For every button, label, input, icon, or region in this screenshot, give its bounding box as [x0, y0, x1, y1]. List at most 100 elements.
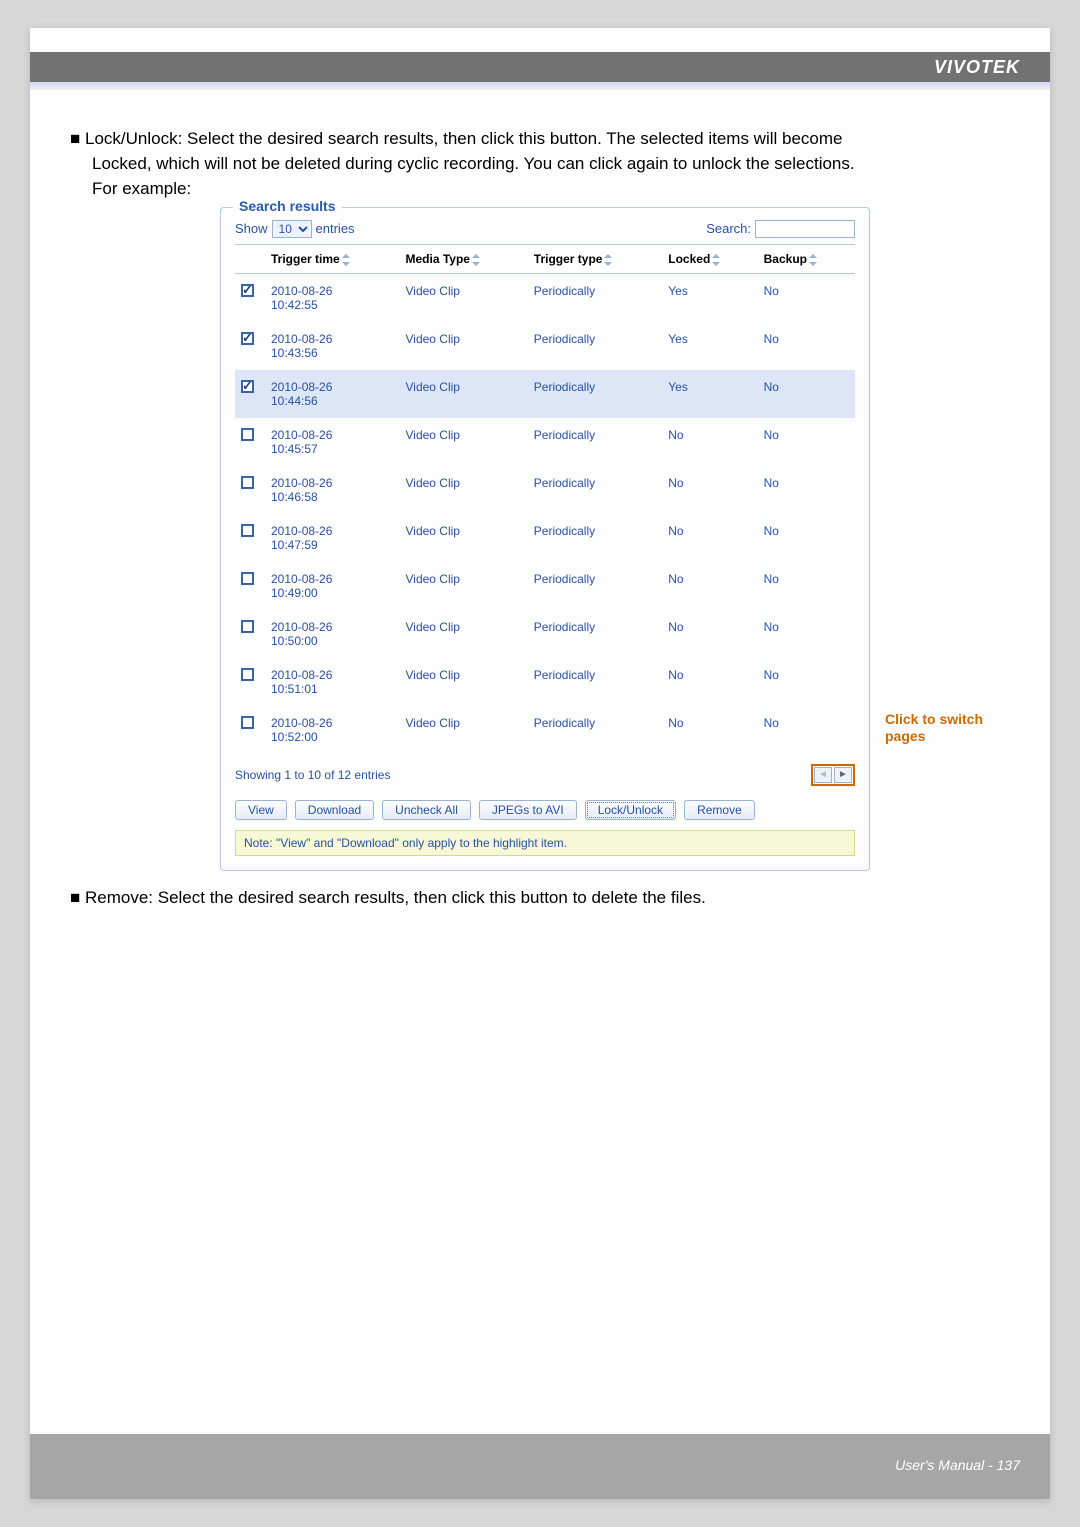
cell-locked: No [662, 466, 757, 514]
col-backup[interactable]: Backup [758, 244, 855, 273]
cell-trigger-type: Periodically [528, 562, 662, 610]
switch-pages-callout: Click to switch pages [885, 711, 1025, 745]
cell-trigger-time: 2010-08-2610:52:00 [265, 706, 399, 754]
uncheck-all-button[interactable]: Uncheck All [382, 800, 471, 820]
page: VIVOTEK ■ Lock/Unlock: Select the desire… [30, 28, 1050, 1499]
header-underline [30, 82, 1050, 90]
table-row[interactable]: 2010-08-2610:50:00Video ClipPeriodically… [235, 610, 855, 658]
row-checkbox[interactable] [241, 428, 254, 441]
table-row[interactable]: 2010-08-2610:46:58Video ClipPeriodically… [235, 466, 855, 514]
brand-label: VIVOTEK [934, 57, 1020, 78]
cell-media-type: Video Clip [399, 418, 527, 466]
cell-trigger-time: 2010-08-2610:44:56 [265, 370, 399, 418]
row-checkbox[interactable] [241, 572, 254, 585]
cell-locked: No [662, 658, 757, 706]
pager-prev-button[interactable]: ◄ [814, 767, 832, 783]
footer-band: User's Manual - 137 [30, 1434, 1050, 1499]
note-bar: Note: "View" and "Download" only apply t… [235, 830, 855, 856]
top-controls: Show 10 entries Search: [235, 220, 855, 238]
table-row[interactable]: 2010-08-2610:51:01Video ClipPeriodically… [235, 658, 855, 706]
entries-label: entries [316, 221, 355, 236]
table-row[interactable]: 2010-08-2610:45:57Video ClipPeriodically… [235, 418, 855, 466]
cell-trigger-type: Periodically [528, 610, 662, 658]
cell-backup: No [758, 273, 855, 322]
cell-locked: Yes [662, 322, 757, 370]
table-row[interactable]: 2010-08-2610:47:59Video ClipPeriodically… [235, 514, 855, 562]
col-locked[interactable]: Locked [662, 244, 757, 273]
search-box: Search: [706, 220, 855, 238]
cell-backup: No [758, 370, 855, 418]
cell-backup: No [758, 610, 855, 658]
cell-locked: No [662, 514, 757, 562]
cell-backup: No [758, 418, 855, 466]
cell-locked: No [662, 706, 757, 754]
lock-unlock-button[interactable]: Lock/Unlock [585, 800, 676, 820]
jpegs-to-avi-button[interactable]: JPEGs to AVI [479, 800, 577, 820]
table-header-row: Trigger time Media Type Trigger type Loc… [235, 244, 855, 273]
showing-text: Showing 1 to 10 of 12 entries [235, 768, 390, 782]
cell-trigger-type: Periodically [528, 706, 662, 754]
cell-trigger-time: 2010-08-2610:45:57 [265, 418, 399, 466]
cell-media-type: Video Clip [399, 273, 527, 322]
row-checkbox[interactable] [241, 380, 254, 393]
pager-next-button[interactable]: ► [834, 767, 852, 783]
sort-icon [712, 254, 721, 266]
table-footer: Showing 1 to 10 of 12 entries ◄ ► [235, 764, 855, 786]
header-band: VIVOTEK [30, 52, 1050, 82]
pager: ◄ ► [811, 764, 855, 786]
cell-trigger-type: Periodically [528, 514, 662, 562]
col-media-type[interactable]: Media Type [399, 244, 527, 273]
fieldset-legend: Search results [233, 198, 342, 214]
row-checkbox[interactable] [241, 716, 254, 729]
lock-unlock-para-1: ■ Lock/Unlock: Select the desired search… [70, 128, 1010, 151]
table-row[interactable]: 2010-08-2610:49:00Video ClipPeriodically… [235, 562, 855, 610]
cell-locked: No [662, 562, 757, 610]
row-checkbox[interactable] [241, 620, 254, 633]
cell-media-type: Video Clip [399, 658, 527, 706]
row-checkbox[interactable] [241, 332, 254, 345]
cell-locked: No [662, 418, 757, 466]
cell-trigger-type: Periodically [528, 466, 662, 514]
row-checkbox[interactable] [241, 476, 254, 489]
show-entries: Show 10 entries [235, 220, 355, 238]
cell-trigger-time: 2010-08-2610:43:56 [265, 322, 399, 370]
remove-button[interactable]: Remove [684, 800, 755, 820]
content-area: ■ Lock/Unlock: Select the desired search… [70, 128, 1010, 912]
search-input[interactable] [755, 220, 855, 238]
cell-backup: No [758, 658, 855, 706]
sort-icon [472, 254, 481, 266]
table-row[interactable]: 2010-08-2610:52:00Video ClipPeriodically… [235, 706, 855, 754]
sort-icon [809, 254, 818, 266]
cell-trigger-type: Periodically [528, 322, 662, 370]
cell-media-type: Video Clip [399, 706, 527, 754]
view-button[interactable]: View [235, 800, 287, 820]
cell-media-type: Video Clip [399, 514, 527, 562]
cell-locked: No [662, 610, 757, 658]
table-row[interactable]: 2010-08-2610:43:56Video ClipPeriodically… [235, 322, 855, 370]
col-trigger-type[interactable]: Trigger type [528, 244, 662, 273]
cell-media-type: Video Clip [399, 466, 527, 514]
cell-backup: No [758, 562, 855, 610]
col-trigger-time[interactable]: Trigger time [265, 244, 399, 273]
cell-media-type: Video Clip [399, 322, 527, 370]
row-checkbox[interactable] [241, 284, 254, 297]
cell-trigger-time: 2010-08-2610:47:59 [265, 514, 399, 562]
results-table: Trigger time Media Type Trigger type Loc… [235, 244, 855, 754]
row-checkbox[interactable] [241, 668, 254, 681]
lock-unlock-para-3: For example: [70, 178, 1010, 201]
sort-icon [604, 254, 613, 266]
show-label: Show [235, 221, 268, 236]
search-results-fieldset: Search results Show 10 entries Search: [220, 207, 870, 871]
row-checkbox[interactable] [241, 524, 254, 537]
cell-trigger-type: Periodically [528, 273, 662, 322]
download-button[interactable]: Download [295, 800, 374, 820]
cell-trigger-time: 2010-08-2610:51:01 [265, 658, 399, 706]
table-row[interactable]: 2010-08-2610:44:56Video ClipPeriodically… [235, 370, 855, 418]
cell-backup: No [758, 466, 855, 514]
cell-media-type: Video Clip [399, 370, 527, 418]
table-row[interactable]: 2010-08-2610:42:55Video ClipPeriodically… [235, 273, 855, 322]
entries-select[interactable]: 10 [272, 220, 312, 238]
remove-para: ■ Remove: Select the desired search resu… [70, 887, 1010, 910]
cell-trigger-time: 2010-08-2610:46:58 [265, 466, 399, 514]
cell-locked: Yes [662, 370, 757, 418]
